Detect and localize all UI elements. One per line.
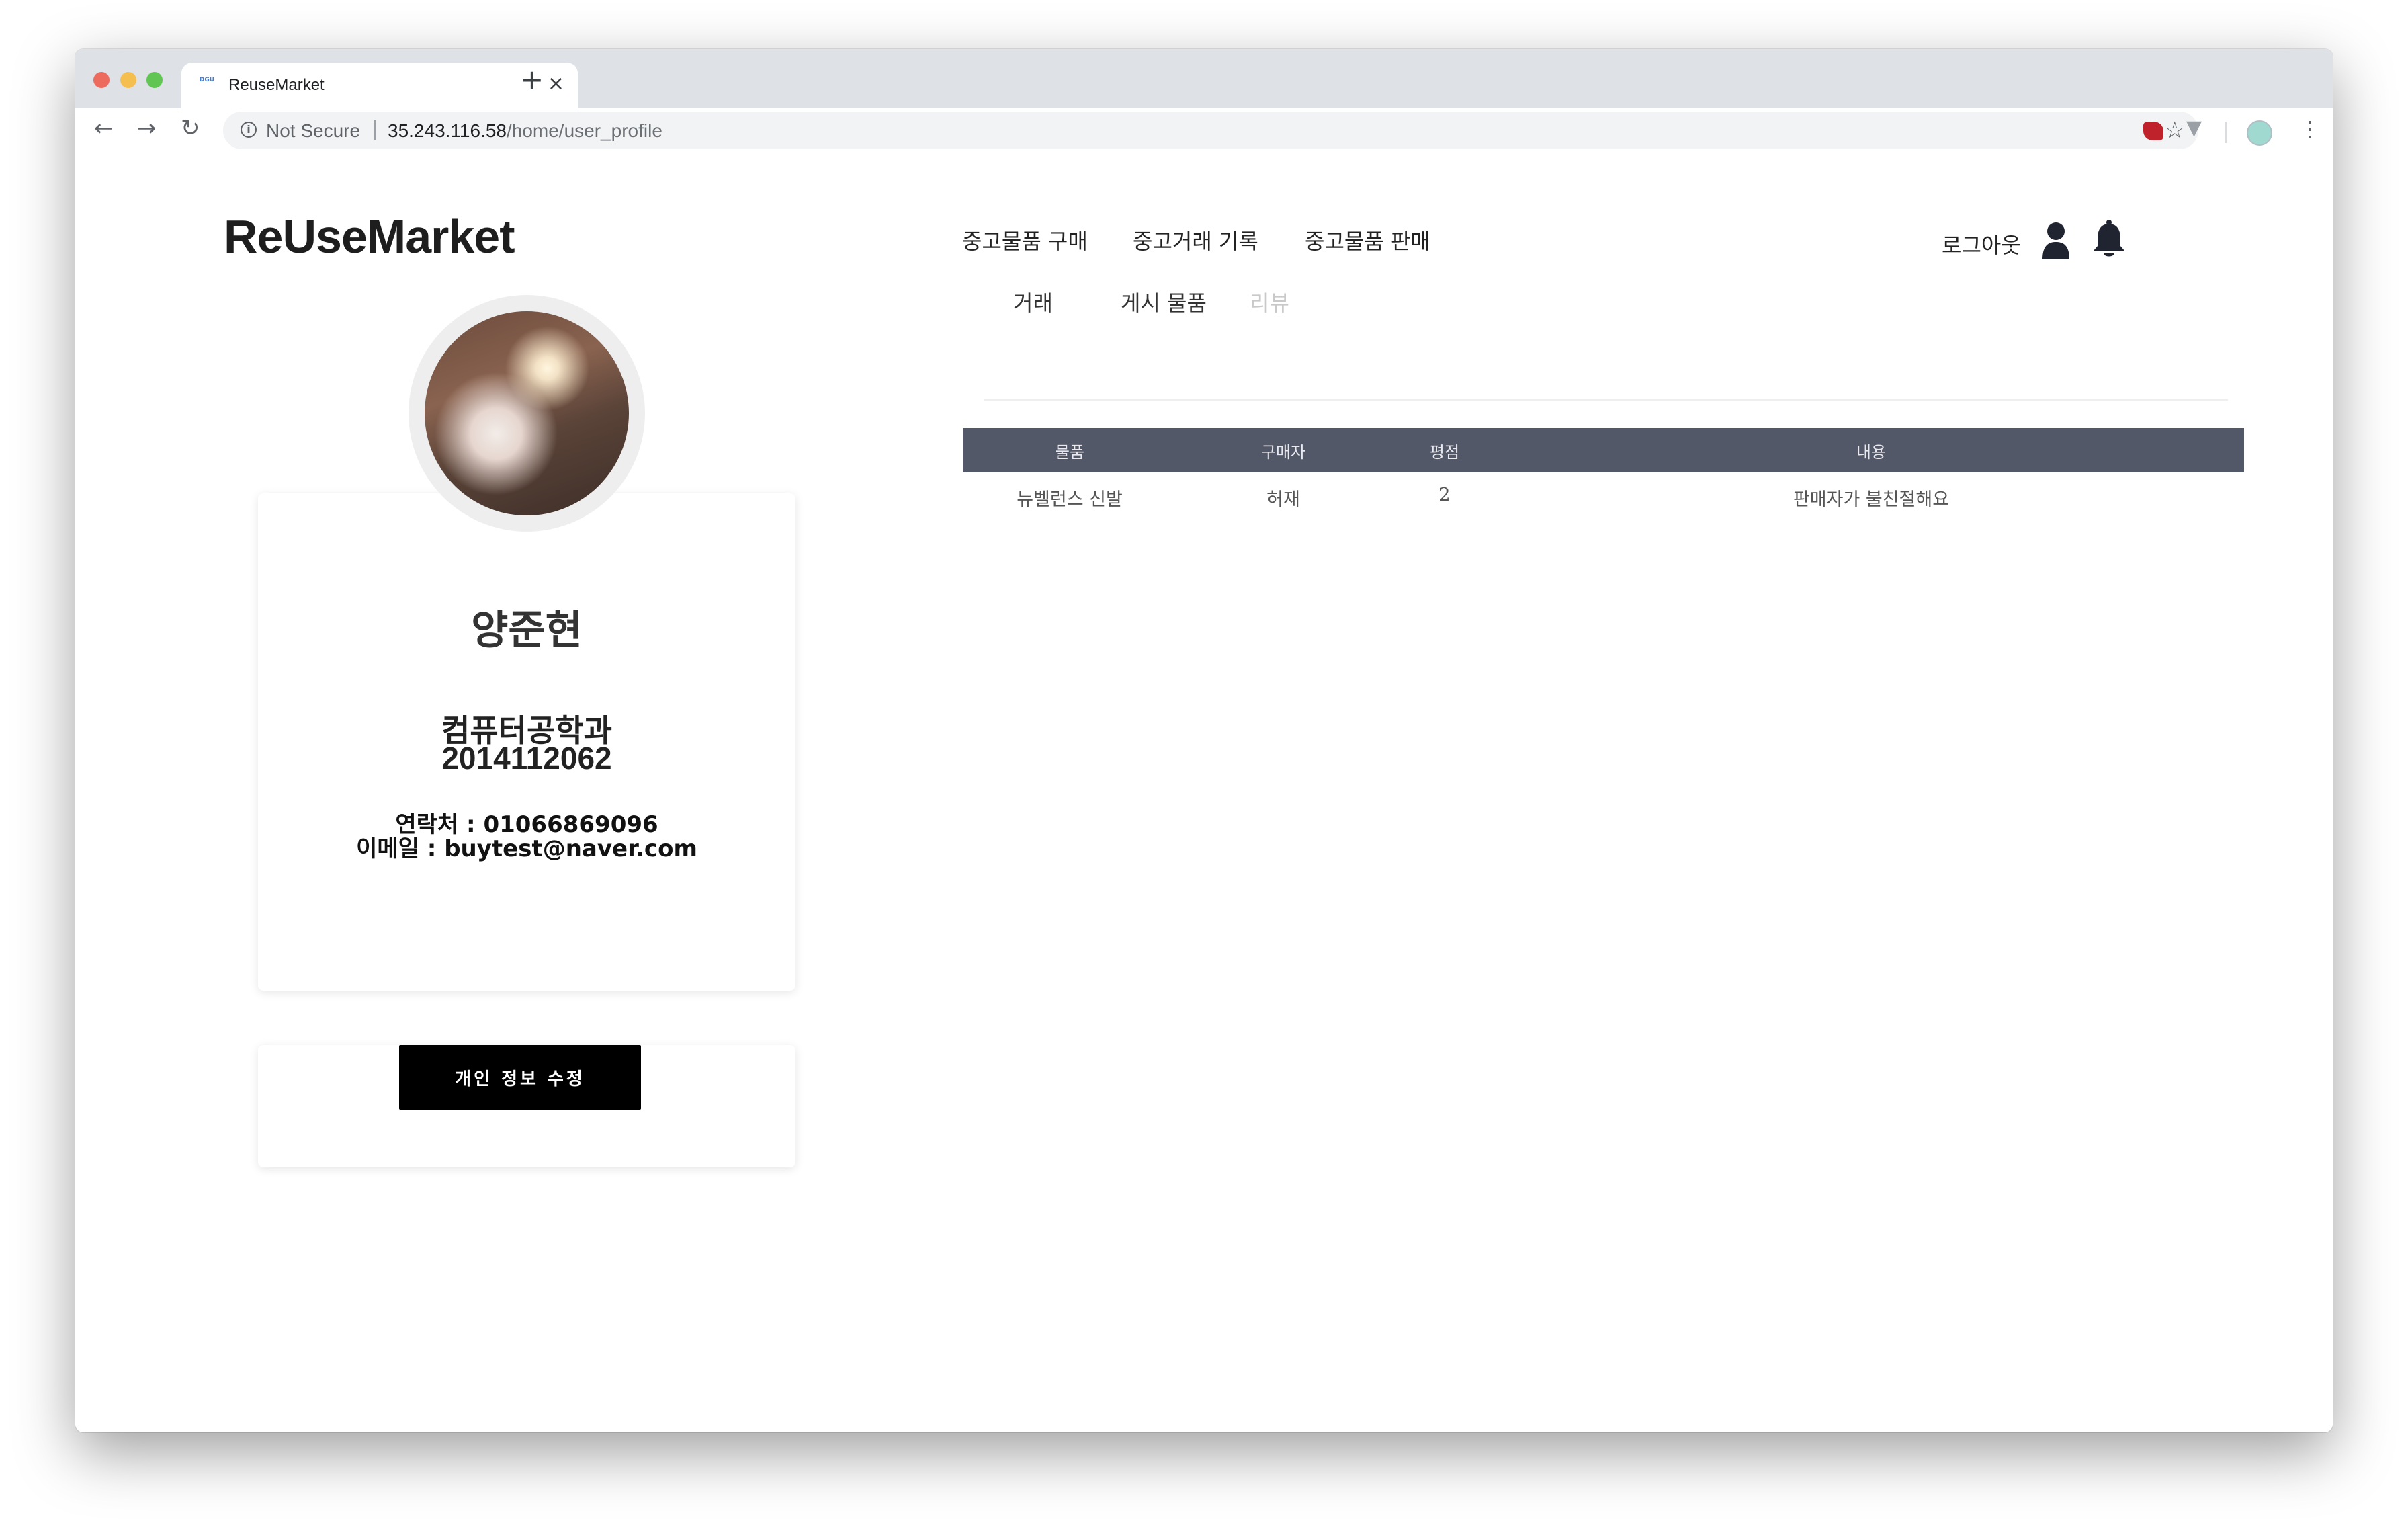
info-icon[interactable]: i: [241, 122, 257, 138]
vue-devtools-icon[interactable]: ▼: [2186, 116, 2202, 140]
profile-student-id: 2014112062: [441, 741, 612, 776]
column-header-buyer: 구매자: [1260, 443, 1306, 462]
nav-sell-link[interactable]: 중고물품 판매: [1305, 224, 1430, 255]
reviews-table: 물품 구매자 평점 내용 뉴벨런스 신발 허재 2 판매자가 불친절해요: [963, 428, 2244, 520]
table-header: 물품 구매자 평점 내용: [963, 428, 2244, 472]
cell-rating: 2: [1438, 485, 1451, 505]
table-row: 뉴벨런스 신발 허재 2 판매자가 불친절해요: [963, 472, 2244, 520]
browser-tab[interactable]: DGU ReuseMarket ×: [181, 63, 578, 108]
new-tab-button[interactable]: +: [520, 66, 544, 94]
column-header-rating: 평점: [1429, 443, 1460, 462]
nav-buy-link[interactable]: 중고물품 구매: [962, 224, 1088, 255]
bookmark-star-icon[interactable]: ☆: [2165, 117, 2185, 144]
address-divider: [374, 120, 376, 140]
tab-bar: DGU ReuseMarket × +: [75, 49, 2333, 108]
forward-icon[interactable]: →: [137, 115, 157, 142]
cell-item: 뉴벨런스 신발: [1017, 489, 1123, 510]
profile-photo: [425, 311, 629, 515]
tab-title: ReuseMarket: [228, 76, 325, 94]
toolbar-divider: [2225, 122, 2227, 143]
close-window-button[interactable]: [93, 72, 110, 88]
back-icon[interactable]: ←: [94, 115, 114, 142]
maximize-window-button[interactable]: [146, 72, 163, 88]
profile-photo-frame: [408, 295, 645, 532]
nav-history-link[interactable]: 중고거래 기록: [1133, 224, 1258, 255]
profile-avatar-icon[interactable]: [2247, 120, 2272, 146]
minimize-window-button[interactable]: [120, 72, 136, 88]
reload-icon[interactable]: ↻: [181, 115, 200, 142]
column-header-item: 물품: [1054, 443, 1085, 462]
close-tab-icon[interactable]: ×: [548, 72, 564, 95]
profile-name: 양준현: [471, 607, 583, 654]
security-label: Not Secure: [266, 120, 361, 141]
tabs-divider: [984, 399, 2228, 401]
browser-menu-icon[interactable]: ⋮: [2299, 116, 2321, 142]
column-header-content: 내용: [1856, 443, 1887, 462]
edit-profile-button[interactable]: 개인 정보 수정: [399, 1045, 641, 1110]
tab-trade[interactable]: 거래: [1013, 286, 1053, 317]
browser-window: DGU ReuseMarket × + ← → ↻ i Not Secure 3…: [75, 49, 2333, 1432]
favicon-icon: DGU: [199, 77, 215, 83]
user-icon[interactable]: [2041, 222, 2071, 259]
tab-posted-items[interactable]: 게시 물품: [1121, 286, 1207, 317]
profile-email: 이메일 : buytest@naver.com: [356, 835, 697, 862]
url-text: 35.243.116.58/home/user_profile: [388, 120, 662, 142]
cell-buyer: 허재: [1266, 489, 1300, 510]
page-content: ReUseMarket 중고물품 구매 중고거래 기록 중고물품 판매 로그아웃…: [75, 157, 2333, 1432]
logout-link[interactable]: 로그아웃: [1942, 229, 2021, 259]
bell-icon[interactable]: [2091, 219, 2127, 259]
address-bar[interactable]: i Not Secure 35.243.116.58/home/user_pro…: [223, 112, 2198, 149]
brand-logo[interactable]: ReUseMarket: [224, 210, 515, 263]
extension-icon[interactable]: [2143, 122, 2163, 140]
url-host: 35.243.116.58: [388, 120, 507, 141]
url-path: /home/user_profile: [506, 120, 662, 141]
cell-content: 판매자가 불친절해요: [1793, 489, 1950, 510]
tab-review[interactable]: 리뷰: [1250, 286, 1289, 317]
